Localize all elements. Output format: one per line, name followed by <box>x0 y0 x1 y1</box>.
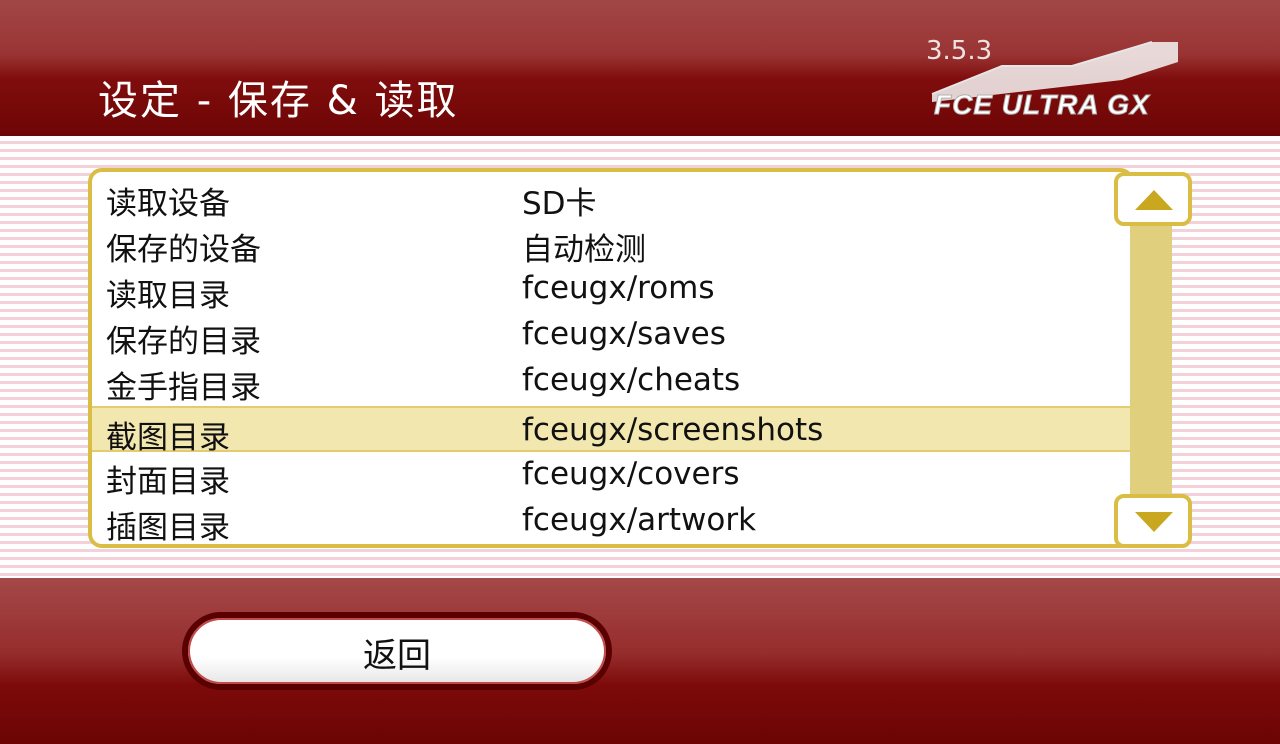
scroll-down-button[interactable] <box>1114 494 1192 548</box>
setting-name: 读取设备 <box>106 186 230 222</box>
page-title: 设定 - 保存 & 读取 <box>98 78 459 124</box>
settings-list: 读取设备 SD卡 保存的设备 自动检测 读取目录 fceugx/roms 保存的… <box>88 168 1134 548</box>
setting-name: 保存的目录 <box>106 324 261 360</box>
svg-text:FCE ULTRA GX: FCE ULTRA GX <box>934 89 1151 120</box>
setting-value: fceugx/cheats <box>522 362 741 398</box>
setting-name: 保存的设备 <box>106 232 261 268</box>
arrow-up-icon <box>1135 190 1173 210</box>
setting-value: fceugx/screenshots <box>522 412 824 448</box>
scroll-up-button[interactable] <box>1114 172 1192 226</box>
setting-name: 插图目录 <box>106 510 230 546</box>
setting-value: 自动检测 <box>522 232 646 268</box>
setting-name: 读取目录 <box>106 278 230 314</box>
back-button-label: 返回 <box>363 636 431 676</box>
setting-value: fceugx/saves <box>522 316 726 352</box>
setting-name: 金手指目录 <box>106 370 261 406</box>
list-item[interactable]: 封面目录 fceugx/covers <box>92 452 1130 500</box>
setting-value: fceugx/covers <box>522 456 740 492</box>
list-item[interactable]: 插图目录 fceugx/artwork <box>92 498 1130 546</box>
setting-value: SD卡 <box>522 186 597 222</box>
back-button[interactable]: 返回 <box>182 612 612 690</box>
setting-name: 封面目录 <box>106 464 230 500</box>
list-item-selected[interactable]: 截图目录 fceugx/screenshots <box>92 406 1130 456</box>
setting-name: 截图目录 <box>106 420 230 456</box>
list-item[interactable]: 读取目录 fceugx/roms <box>92 266 1130 314</box>
list-item[interactable]: 保存的设备 自动检测 <box>92 220 1130 268</box>
scrollbar-track[interactable] <box>1130 200 1172 520</box>
setting-value: fceugx/roms <box>522 270 715 306</box>
list-item[interactable]: 读取设备 SD卡 <box>92 174 1130 222</box>
setting-value: fceugx/artwork <box>522 502 757 538</box>
list-item[interactable]: 保存的目录 fceugx/saves <box>92 312 1130 360</box>
list-item[interactable]: 金手指目录 fceugx/cheats <box>92 358 1130 406</box>
arrow-down-icon <box>1135 512 1173 532</box>
version-label: 3.5.3 <box>926 36 993 66</box>
